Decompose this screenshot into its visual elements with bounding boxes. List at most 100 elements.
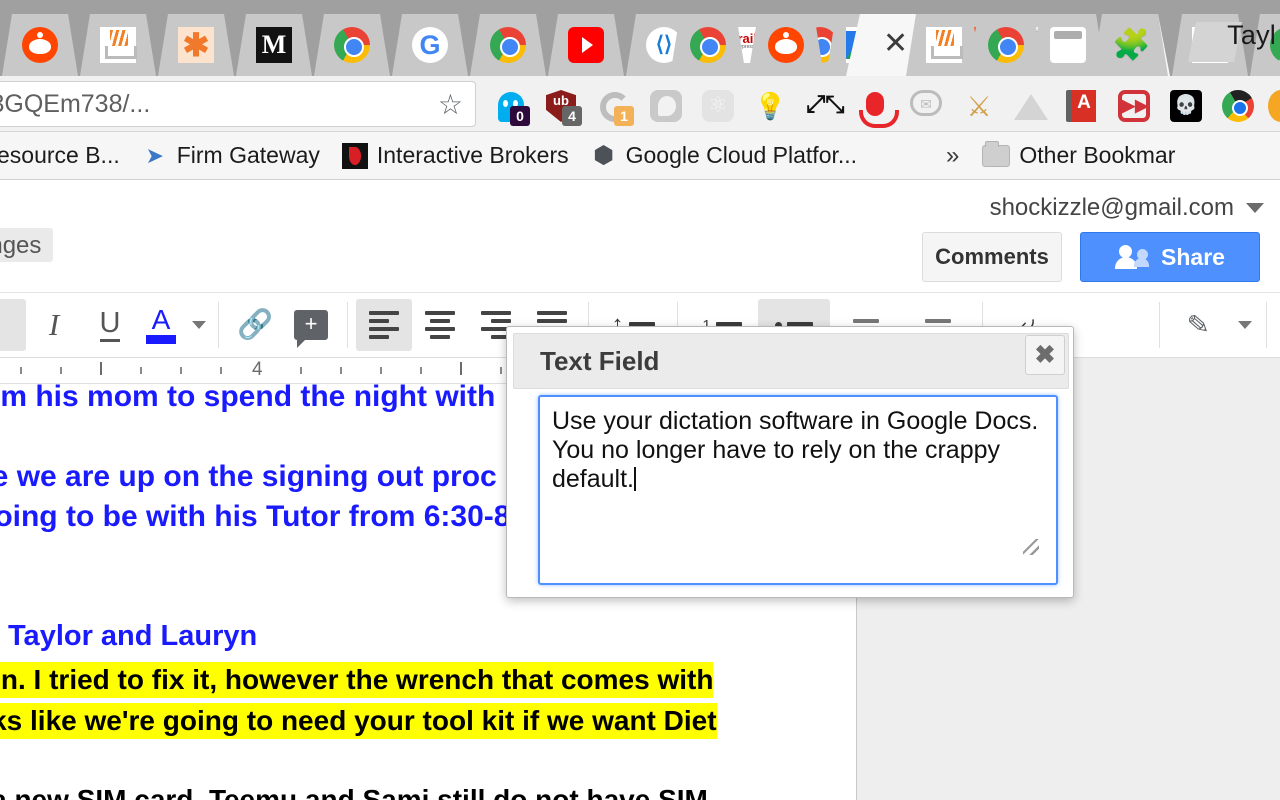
chrome-dark-icon[interactable] xyxy=(1222,90,1256,124)
people-icon xyxy=(1115,245,1150,269)
text-color-button[interactable]: A xyxy=(138,299,184,351)
stackoverflow-icon xyxy=(1192,27,1229,63)
underline-icon: U xyxy=(99,308,121,342)
loading-badge: 1 xyxy=(614,106,634,126)
other-bookmarks-label: Other Bookmar xyxy=(1019,142,1176,168)
editing-mode-dropdown[interactable] xyxy=(1228,299,1258,351)
url-text[interactable]: G2LqIfEO_3T_Dnjba3GQEm738/... xyxy=(0,90,430,119)
align-left-icon xyxy=(369,307,399,343)
close-dialog-button[interactable]: ✖ xyxy=(1025,335,1065,375)
bookmark-google-cloud[interactable]: ⬢ Google Cloud Platfor... xyxy=(580,136,868,176)
ublock-origin-icon[interactable]: ub 4 xyxy=(546,90,582,126)
browser-tab-chrome-4[interactable] xyxy=(860,14,936,76)
rail-icon: .rail railwaypress xyxy=(724,27,760,63)
codepen-icon: ⟨⟩ xyxy=(646,27,682,63)
editing-mode-button[interactable]: ✎ xyxy=(1168,299,1228,351)
signpost-shape: ⚔ xyxy=(966,91,992,122)
react-devtools-icon[interactable]: ⚛ xyxy=(702,90,736,124)
add-comment-button[interactable]: + xyxy=(283,299,339,351)
bookmark-label: Google Cloud Platfor... xyxy=(625,142,858,168)
google-drive-gray-icon[interactable] xyxy=(1014,90,1048,124)
other-bookmarks-folder[interactable]: Other Bookmar xyxy=(971,136,1186,176)
browser-tab-reddit-2[interactable] xyxy=(938,14,1014,76)
gateway-icon: ➤ xyxy=(145,142,164,168)
browser-tab-stackoverflow[interactable] xyxy=(80,14,156,76)
text-cursor xyxy=(634,467,637,491)
insert-link-button[interactable]: 🔗 xyxy=(227,299,283,351)
browser-tab-reddit[interactable] xyxy=(2,14,78,76)
bookmarks-overflow-chevron[interactable]: » xyxy=(946,142,959,170)
browser-tab-chrome-1[interactable] xyxy=(314,14,390,76)
browser-tab-codepen[interactable]: ⟨⟩ xyxy=(626,14,702,76)
hide-menus-button[interactable]: ∧ xyxy=(1275,299,1280,351)
browser-tab-active[interactable]: ✕ xyxy=(1094,14,1170,76)
tab-strip: ✱ M G ⟨⟩ .rail railwaypress ✕ xyxy=(0,0,1280,76)
bookmark-label: Firm Gateway xyxy=(176,142,320,168)
pencil-icon: ✎ xyxy=(1185,308,1211,341)
dictation-textarea[interactable]: Use your dictation software in Google Do… xyxy=(538,395,1058,585)
dictionary-icon[interactable] xyxy=(1066,90,1100,124)
text-color-letter: A xyxy=(151,304,171,335)
ghostery-icon[interactable]: 0 xyxy=(494,90,530,126)
browser-tab-chrome-5[interactable] xyxy=(1250,14,1280,76)
browser-tab-asterisk[interactable]: ✱ xyxy=(158,14,234,76)
chevron-down-icon[interactable] xyxy=(1246,203,1264,213)
browser-tab-youtube[interactable] xyxy=(548,14,624,76)
fast-forward-icon[interactable]: ▶▶ xyxy=(1118,90,1152,124)
browser-tab-rail[interactable]: .rail railwaypress xyxy=(704,14,780,76)
rosette-icon[interactable] xyxy=(650,90,684,124)
bookmark-star-icon[interactable]: ☆ xyxy=(438,88,463,121)
bold-button[interactable] xyxy=(0,299,26,351)
loading-ring-icon[interactable]: 1 xyxy=(598,90,634,126)
resize-handle[interactable] xyxy=(1023,539,1039,555)
signpost-icon[interactable]: ⚔ xyxy=(962,90,996,124)
chat-bubble-icon[interactable]: ✉ xyxy=(910,90,944,124)
skull-icon[interactable]: 💀 xyxy=(1170,90,1204,124)
underline-button[interactable]: U xyxy=(82,299,138,351)
dialog-title-bar[interactable]: Text Field xyxy=(513,333,1069,389)
text-color-icon: A xyxy=(146,306,176,344)
youtube-icon xyxy=(568,27,604,63)
text-field-dialog[interactable]: Text Field ✖ Use your dictation software… xyxy=(506,326,1074,598)
align-center-icon xyxy=(425,307,455,343)
share-button[interactable]: Share xyxy=(1080,232,1260,282)
fullscreen-icon[interactable]: ⤢⤡ xyxy=(806,90,844,124)
comments-button[interactable]: Comments xyxy=(922,232,1062,282)
ghostery-badge: 0 xyxy=(510,106,530,126)
save-status: anges xyxy=(0,228,54,262)
browser-tab-chrome-3[interactable] xyxy=(782,14,858,76)
account-menu[interactable]: shockizzle@gmail.com xyxy=(990,194,1264,222)
browser-tab-google[interactable]: G xyxy=(392,14,468,76)
chevron-down-icon xyxy=(1238,321,1252,329)
document-line-highlighted: ion. I tried to fix it, however the wren… xyxy=(0,662,714,698)
bookmark-firm-gateway[interactable]: ➤ Firm Gateway xyxy=(131,136,331,176)
link-icon: 🔗 xyxy=(236,308,274,341)
rosette-shape xyxy=(650,90,682,122)
bookmark-interactive-brokers[interactable]: Interactive Brokers xyxy=(331,136,580,176)
toolbar-divider xyxy=(218,302,219,348)
chrome-shape xyxy=(1222,90,1254,122)
italic-button[interactable]: I xyxy=(26,299,82,351)
orange-pill-icon[interactable] xyxy=(1268,90,1280,124)
microphone-icon[interactable] xyxy=(858,90,899,128)
align-left-button[interactable] xyxy=(356,299,412,351)
text-color-dropdown[interactable] xyxy=(184,299,210,351)
browser-tab-google-drive[interactable] xyxy=(1016,14,1092,76)
comment-plus-icon: + xyxy=(294,310,328,348)
align-center-button[interactable] xyxy=(412,299,468,351)
browser-tab-stackoverflow-2[interactable] xyxy=(1172,14,1248,76)
skull-shape: 💀 xyxy=(1170,90,1202,122)
ublock-badge: 4 xyxy=(562,106,582,126)
browser-tab-chrome-2[interactable] xyxy=(470,14,546,76)
asterisk-icon: ✱ xyxy=(178,27,214,63)
bubble-shape: ✉ xyxy=(910,90,942,116)
mic-shape xyxy=(859,92,899,128)
bookmarks-bar: esource B... ➤ Firm Gateway Interactive … xyxy=(0,132,1280,180)
bookmark-resource-b[interactable]: esource B... xyxy=(0,136,131,176)
document-line: going to be with his Tutor from 6:30-8 xyxy=(0,500,511,533)
browser-tab-medium[interactable]: M xyxy=(236,14,312,76)
google-icon: G xyxy=(412,27,448,63)
lamp-icon[interactable]: 💡 xyxy=(754,90,788,124)
close-icon[interactable]: ✕ xyxy=(1114,27,1150,63)
address-bar[interactable]: G2LqIfEO_3T_Dnjba3GQEm738/... ☆ xyxy=(0,81,476,127)
